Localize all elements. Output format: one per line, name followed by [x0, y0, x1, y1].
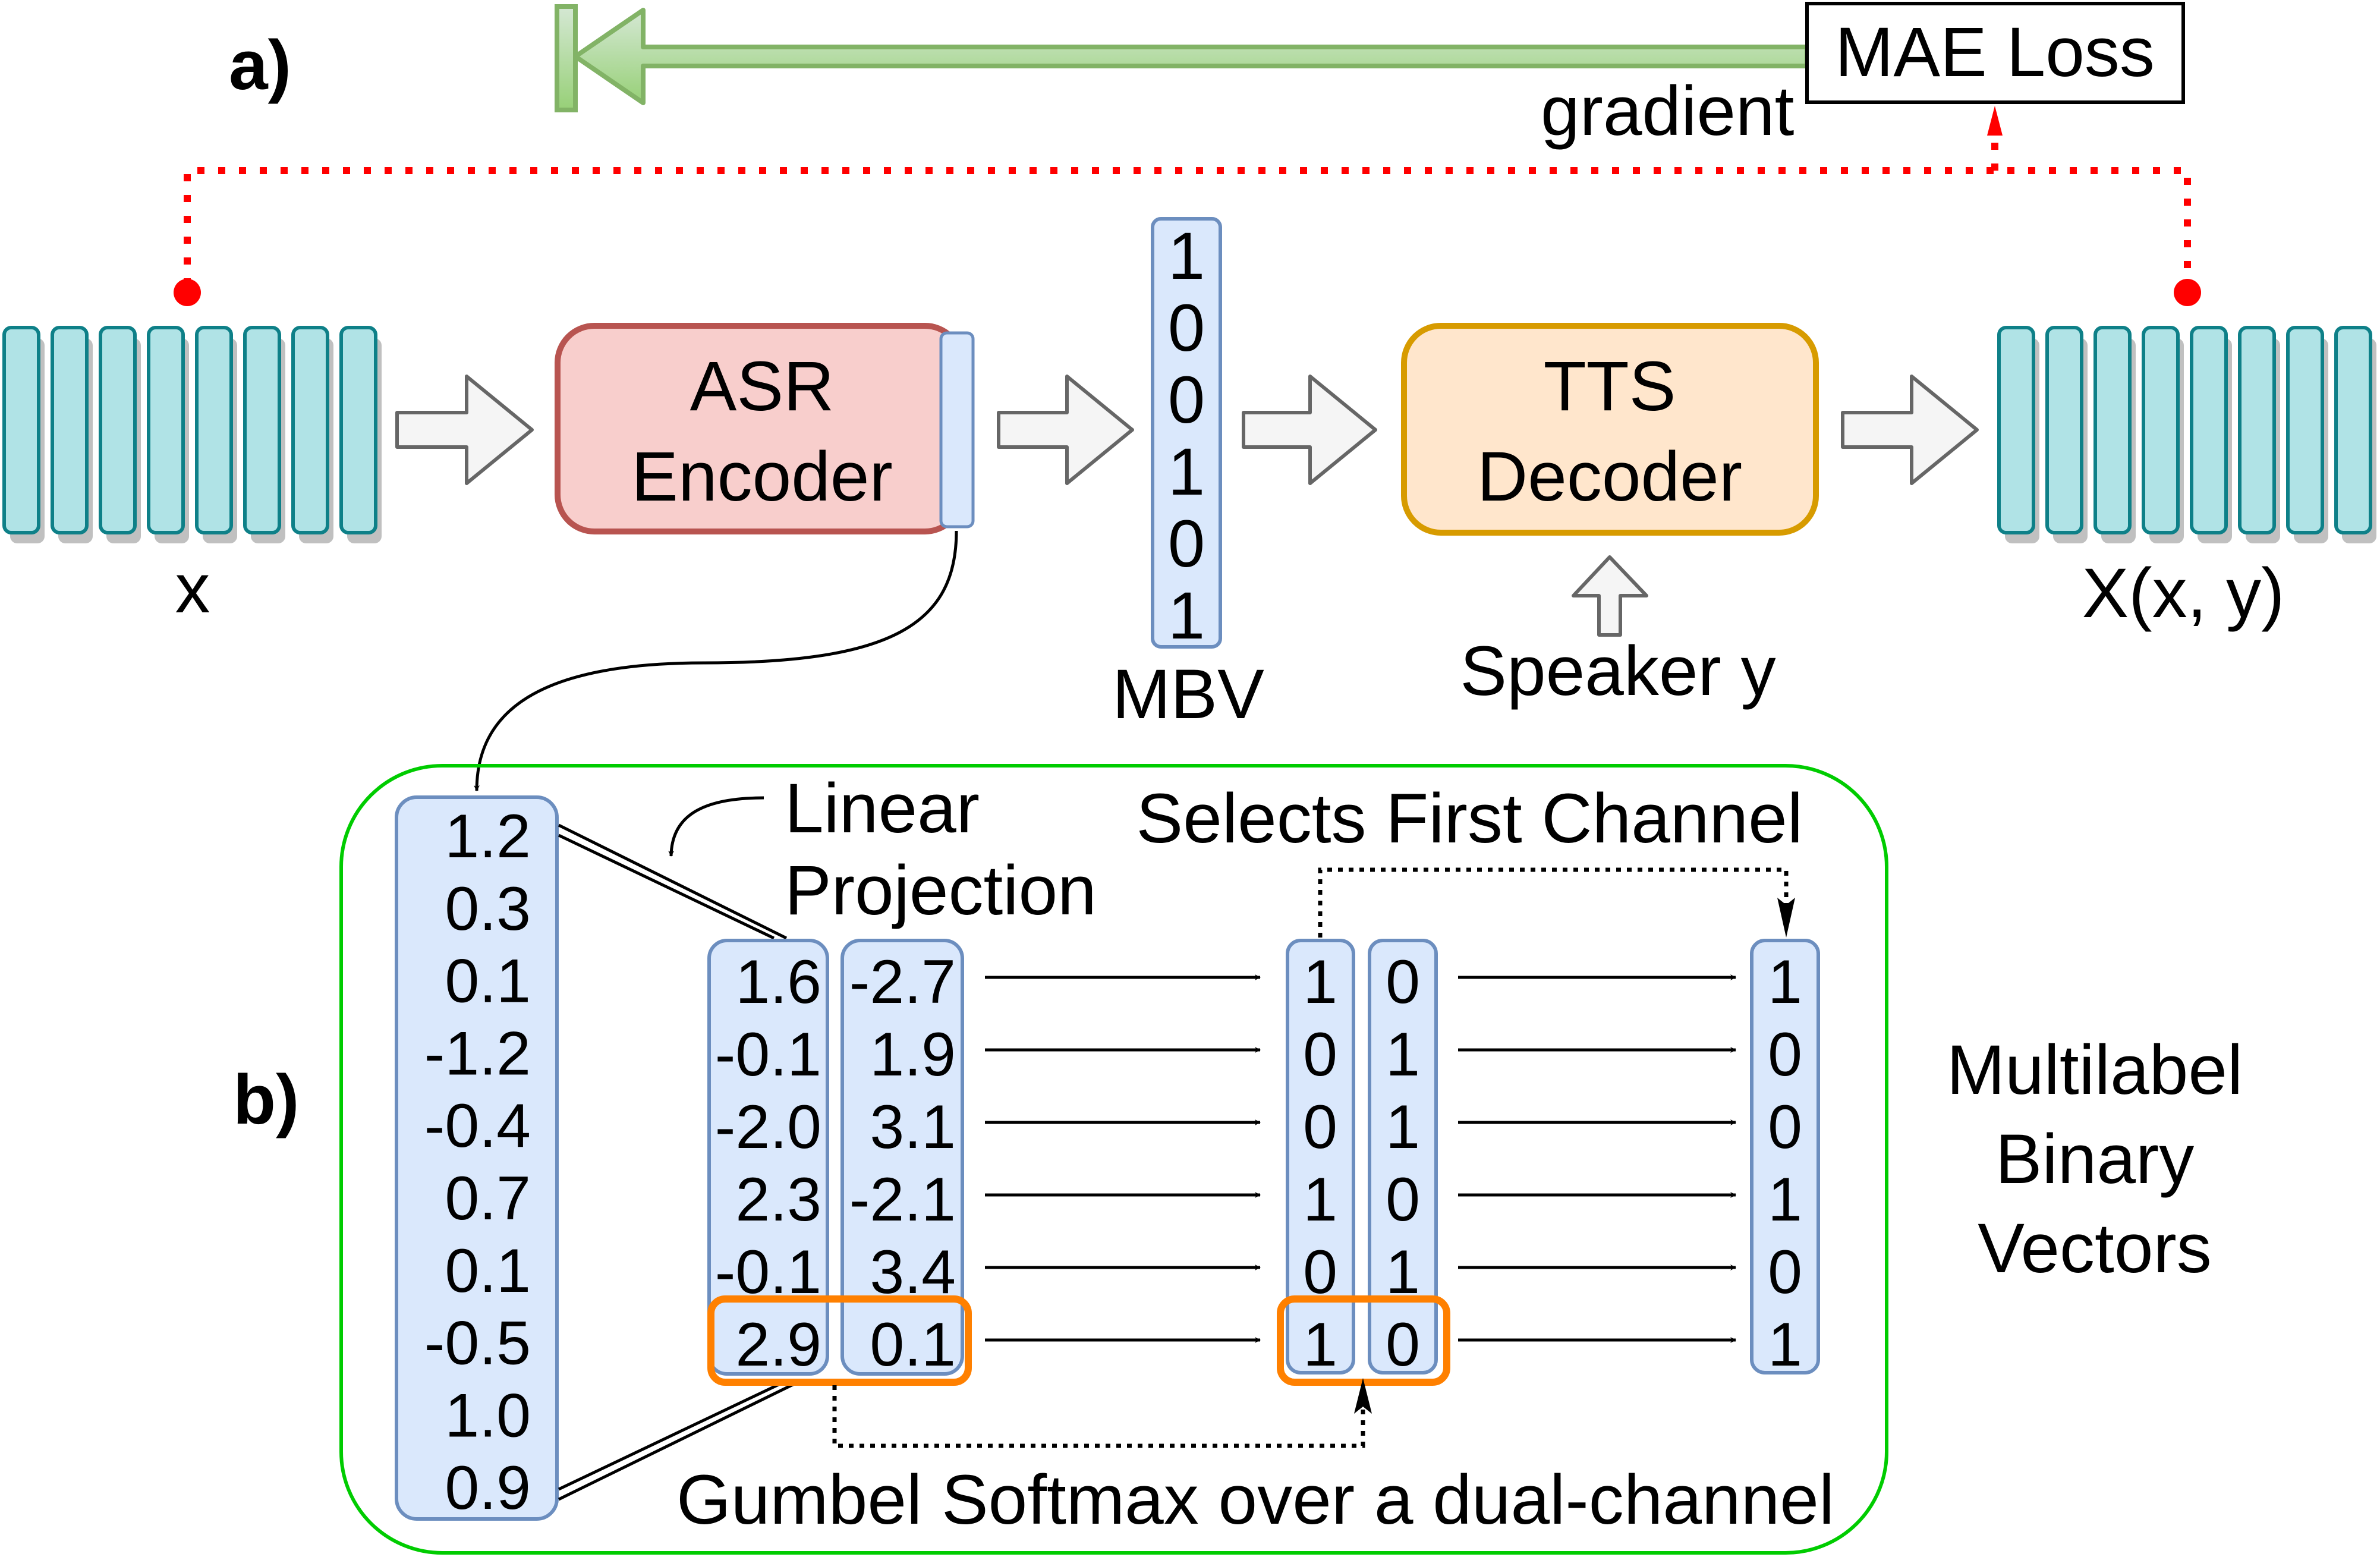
mbv-arrow-icon [997, 375, 1134, 485]
speaker-arrow-icon [1572, 555, 1648, 637]
input-frame [195, 326, 233, 534]
gumbel-ch1-value: 0 [1303, 1093, 1337, 1162]
input-frame [147, 326, 185, 534]
asr-subtitle: Encoder [631, 438, 893, 516]
mbv-label: MBV [1112, 655, 1264, 734]
output-frame [2142, 326, 2180, 534]
mbv-vector: 100101 [1151, 217, 1222, 653]
input-frame [243, 326, 281, 534]
gumbel-ch1-value: 1 [1303, 948, 1337, 1017]
speaker-label: Speaker y [1460, 632, 1775, 710]
encoder-value: 0.1 [445, 947, 531, 1016]
encoder-value: 1.0 [445, 1381, 531, 1450]
input-frame [99, 326, 137, 534]
asr-encoder-box: ASR Encoder [555, 323, 975, 534]
encoder-value: 0.1 [445, 1237, 531, 1306]
tts-title: TTS [1544, 347, 1676, 426]
gumbel-ch2-value: 0 [1386, 1310, 1420, 1379]
architecture-diagram: a) gradient MAE Loss x X(x, y) ASR Encod… [2, 2, 2376, 1555]
gumbel-ch2-value: 0 [1386, 1165, 1420, 1234]
gumbel-ch1-value: 1 [1303, 1310, 1337, 1379]
mbv-bit: 0 [1168, 291, 1205, 365]
output-frame [2238, 326, 2276, 534]
output-frames [1997, 326, 2376, 543]
projection-ch1-value: -0.1 [715, 1020, 821, 1089]
input-frame [291, 326, 329, 534]
output-bit: 0 [1768, 1093, 1802, 1162]
gradient-label: gradient [1541, 72, 1794, 150]
encoder-to-detail-connector [474, 530, 958, 791]
gumbel-ch1-value: 0 [1303, 1020, 1337, 1089]
selects-label: Selects First Channel [1137, 779, 1803, 858]
gumbel-ch2-value: 0 [1386, 948, 1420, 1017]
tts-subtitle: Decoder [1477, 438, 1742, 516]
output-frame [1997, 326, 2035, 534]
output-frame [2093, 326, 2132, 534]
output-frame [2286, 326, 2324, 534]
projection-ch2-value: -2.1 [849, 1165, 956, 1234]
projection-ch2-value: 0.1 [870, 1310, 956, 1379]
projection-ch2-value: 1.9 [870, 1020, 956, 1089]
mbv-bit: 1 [1168, 435, 1205, 509]
input-frames [2, 326, 382, 543]
output-tap-dot [2174, 279, 2201, 306]
output-bit: 1 [1768, 1310, 1802, 1379]
mbv-bit: 0 [1168, 507, 1205, 581]
output-bit: 1 [1768, 1165, 1802, 1234]
encoder-value: 0.7 [445, 1164, 531, 1233]
projection-ch2-value: -2.7 [849, 948, 956, 1017]
panel-b-frame [339, 764, 1888, 1555]
mae-loss-box: MAE Loss [1805, 2, 2185, 104]
asr-title: ASR [690, 347, 835, 426]
gumbel-ch2-value: 1 [1386, 1020, 1420, 1089]
encoder-value: 0.9 [445, 1454, 531, 1523]
input-frame [2, 326, 40, 534]
encoder-value: 0.3 [445, 875, 531, 943]
projection-ch2-value: 3.1 [870, 1093, 956, 1162]
linear-projection-pointer-icon [668, 796, 764, 857]
gumbel-ch1-value: 1 [1303, 1165, 1337, 1234]
projection-ch1-value: 2.9 [735, 1310, 821, 1379]
tts-decoder-box: TTS Decoder [1401, 323, 1819, 536]
result-label-line2: Binary [1995, 1120, 2194, 1199]
output-bit: 1 [1768, 948, 1802, 1017]
tts-input-arrow-icon [1242, 375, 1377, 485]
projection-label: Projection [785, 851, 1097, 930]
mbv-bit: 1 [1168, 219, 1205, 293]
input-frame [51, 326, 89, 534]
mbv-bit: 1 [1168, 578, 1205, 653]
gumbel-ch2-value: 1 [1386, 1093, 1420, 1162]
mae-loss-label: MAE Loss [1835, 13, 2155, 92]
loss-arrowhead-icon [1987, 106, 2003, 136]
result-label-line1: Multilabel [1947, 1031, 2243, 1109]
gumbel-connector [832, 1385, 1365, 1448]
encoder-value: -0.4 [424, 1092, 531, 1160]
encoder-value: -1.2 [424, 1019, 531, 1088]
gumbel-label: Gumbel Softmax over a dual-channel [676, 1461, 1834, 1539]
select-connector [1318, 867, 1789, 938]
input-frame [339, 326, 377, 534]
output-frame [2190, 326, 2228, 534]
output-arrow-icon [1841, 375, 1979, 485]
mbv-bit: 0 [1168, 363, 1205, 437]
output-label: X(x, y) [2082, 554, 2285, 633]
output-frame [2045, 326, 2083, 534]
projection-ch1-value: -2.0 [715, 1093, 821, 1162]
output-bit: 0 [1768, 1238, 1802, 1307]
input-label: x [175, 549, 210, 628]
result-label-line3: Vectors [1978, 1209, 2212, 1288]
input-tap-dot [174, 279, 201, 306]
encoder-value: -0.5 [424, 1309, 531, 1378]
panel-a-label: a) [229, 26, 291, 105]
linear-label: Linear [785, 769, 980, 848]
encoder-value: 1.2 [445, 802, 531, 871]
output-frame [2334, 326, 2372, 534]
encoder-output-vector [939, 331, 975, 529]
projection-ch1-value: 2.3 [735, 1165, 821, 1234]
projection-ch1-value: 1.6 [735, 948, 821, 1017]
asr-input-arrow-icon [395, 375, 534, 485]
panel-b-label: b) [233, 1061, 299, 1139]
output-bit: 0 [1768, 1020, 1802, 1089]
